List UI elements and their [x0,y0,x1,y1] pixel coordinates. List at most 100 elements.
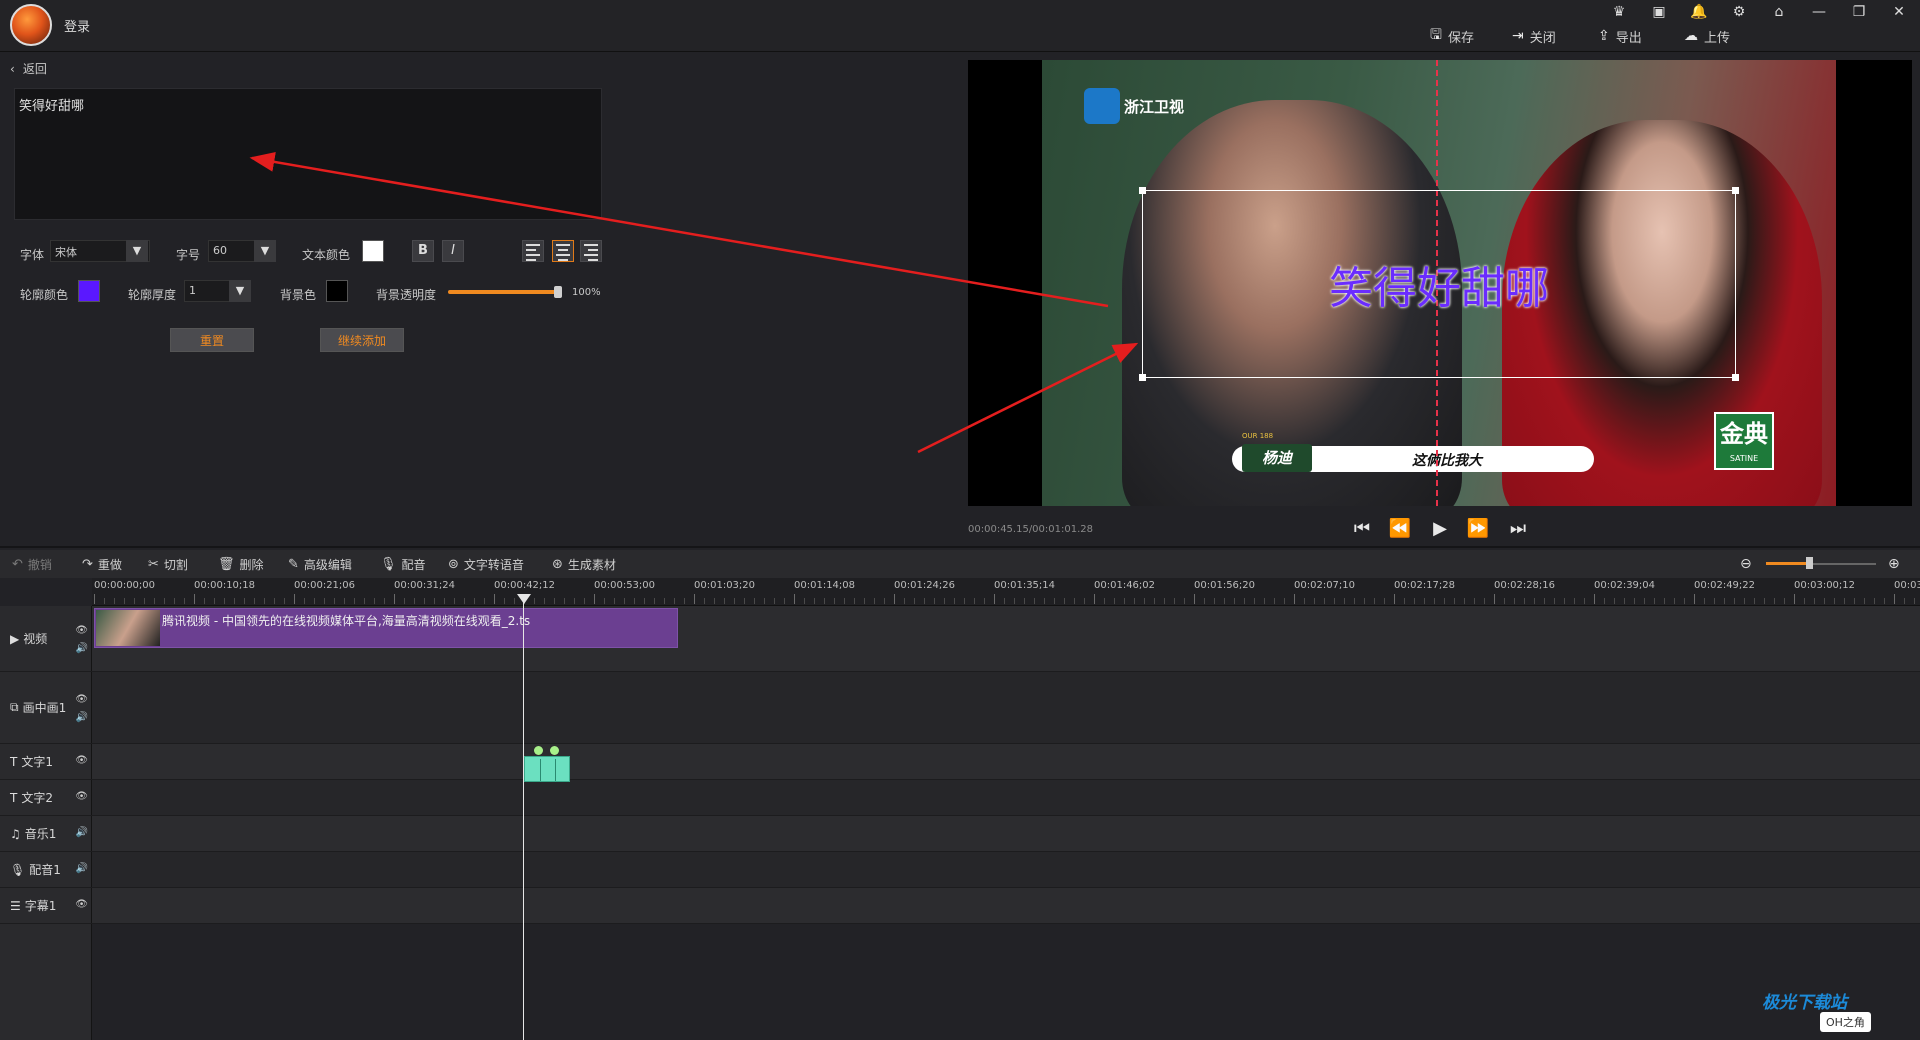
export-button[interactable]: ⇪ 导出 [1598,26,1642,46]
chevron-down-icon[interactable]: ▼ [254,240,276,262]
playhead-marker[interactable] [517,594,531,604]
ruler-minor-tick [1504,598,1505,604]
skip-end-icon[interactable]: ⏭ [1506,518,1530,540]
ruler-minor-tick [1664,598,1665,604]
volume-icon[interactable]: 🔊 [76,643,88,654]
track-header[interactable]: ♫ 音乐1 🔊 [0,816,92,852]
track-header[interactable]: ☰ 字幕1 👁 [0,888,92,924]
close-project-button[interactable]: ⇥ 关闭 [1512,26,1556,46]
ruler-minor-tick [754,598,755,604]
track-header[interactable]: T 文字1 👁 [0,744,92,780]
advanced-edit-button[interactable]: ✎ 高级编辑 [288,554,352,574]
ruler-label: 00:01:35;14 [994,580,1056,591]
ruler-minor-tick [554,598,555,604]
redo-icon: ↷ [82,556,93,572]
screen-icon[interactable]: ▣ [1644,2,1674,22]
zoom-in-icon[interactable]: ⊕ [1888,556,1900,572]
ruler-minor-tick [1314,598,1315,604]
cut-button[interactable]: ✂ 切割 [148,554,188,574]
trash-icon: 🗑 [218,556,235,572]
ruler-label: 00:02:07;10 [1294,580,1356,591]
vip-crown-icon[interactable]: ♛ [1604,2,1634,22]
outline-color-swatch[interactable] [78,280,100,302]
ruler-minor-tick [974,598,975,604]
continue-add-button[interactable]: 继续添加 [320,328,404,352]
track-header[interactable]: 🎙 配音1 🔊 [0,852,92,888]
delete-button[interactable]: 🗑 删除 [218,554,264,574]
track-header[interactable]: T 文字2 👁 [0,780,92,816]
bell-icon[interactable]: 🔔 [1684,2,1714,22]
resize-handle-br[interactable] [1732,374,1739,381]
ruler-minor-tick [674,598,675,604]
ruler-minor-tick [724,598,725,604]
playhead-line[interactable] [523,596,524,1040]
generate-button[interactable]: ⊛ 生成素材 [552,554,616,574]
chevron-down-icon[interactable]: ▼ [126,240,148,262]
ruler-minor-tick [1774,598,1775,604]
close-window-button[interactable]: ✕ [1884,2,1914,22]
resize-handle-bl[interactable] [1139,374,1146,381]
track-lane[interactable] [92,744,1920,780]
track-header[interactable]: ⧉ 画中画1 👁 🔊 [0,672,92,744]
text-color-swatch[interactable] [362,240,384,262]
login-link[interactable]: 登录 [64,16,90,35]
step-forward-icon[interactable]: ⏩ [1466,518,1490,540]
ruler-minor-tick [174,598,175,604]
panel-divider[interactable] [0,546,1920,548]
ruler-tick [194,594,195,604]
align-left-button[interactable] [522,240,544,262]
tts-button[interactable]: ⊚ 文字转语音 [448,554,524,574]
resize-handle-tl[interactable] [1139,187,1146,194]
reset-button[interactable]: 重置 [170,328,254,352]
visibility-eye-icon[interactable]: 👁 [75,791,88,802]
visibility-eye-icon[interactable]: 👁 [75,899,88,910]
bg-opacity-slider[interactable] [448,290,560,294]
video-frame[interactable]: 浙江卫视 这俩比我大 杨迪 OUR 188 金典 SATINE 笑得好甜哪 [1042,60,1836,506]
volume-icon[interactable]: 🔊 [76,712,88,723]
bold-button[interactable]: B [412,240,434,262]
ruler-minor-tick [414,598,415,604]
visibility-eye-icon[interactable]: 👁 [75,625,88,636]
text-input[interactable]: 笑得好甜哪 [14,88,602,220]
bg-opacity-slider-knob[interactable] [554,286,562,298]
chevron-down-icon[interactable]: ▼ [229,280,251,302]
clip-handle-dot[interactable] [550,746,559,755]
caption-bounding-box[interactable] [1142,190,1736,378]
delete-label: 删除 [239,557,264,572]
upload-button[interactable]: ☁ 上传 [1684,26,1730,46]
clip-handle-dot[interactable] [534,746,543,755]
visibility-eye-icon[interactable]: 👁 [75,755,88,766]
zoom-out-icon[interactable]: ⊖ [1740,556,1752,572]
step-back-icon[interactable]: ⏪ [1388,518,1412,540]
track-lane[interactable] [92,852,1920,888]
minimize-button[interactable]: — [1804,2,1834,22]
dub-button[interactable]: 🎙 配音 [380,554,426,574]
restore-button[interactable]: ❐ [1844,2,1874,22]
italic-button[interactable]: I [442,240,464,262]
align-right-button[interactable] [580,240,602,262]
skip-start-icon[interactable]: ⏮ [1350,518,1374,540]
save-button[interactable]: 🖫 保存 [1430,26,1474,46]
visibility-eye-icon[interactable]: 👁 [75,694,88,705]
redo-button[interactable]: ↷ 重做 [82,554,122,574]
bg-color-swatch[interactable] [326,280,348,302]
track-lane[interactable] [92,888,1920,924]
zoom-slider-knob[interactable] [1806,557,1813,569]
track-header[interactable]: ▶ 视频 👁 🔊 [0,606,92,672]
volume-icon[interactable]: 🔊 [76,863,88,874]
undo-button[interactable]: ↶ 撤销 [12,554,52,574]
text-clip[interactable] [524,756,570,782]
back-button[interactable]: ‹ 返回 [10,60,47,77]
ruler-tick [1394,594,1395,604]
track-lane[interactable] [92,780,1920,816]
ruler-minor-tick [1244,598,1245,604]
home-icon[interactable]: ⌂ [1764,2,1794,22]
play-icon[interactable]: ▶ [1428,518,1452,540]
track-lane[interactable] [92,816,1920,852]
resize-handle-tr[interactable] [1732,187,1739,194]
ruler-tick [1194,594,1195,604]
align-center-button[interactable] [552,240,574,262]
gear-icon[interactable]: ⚙ [1724,2,1754,22]
volume-icon[interactable]: 🔊 [76,827,88,838]
track-lane[interactable] [92,672,1920,744]
